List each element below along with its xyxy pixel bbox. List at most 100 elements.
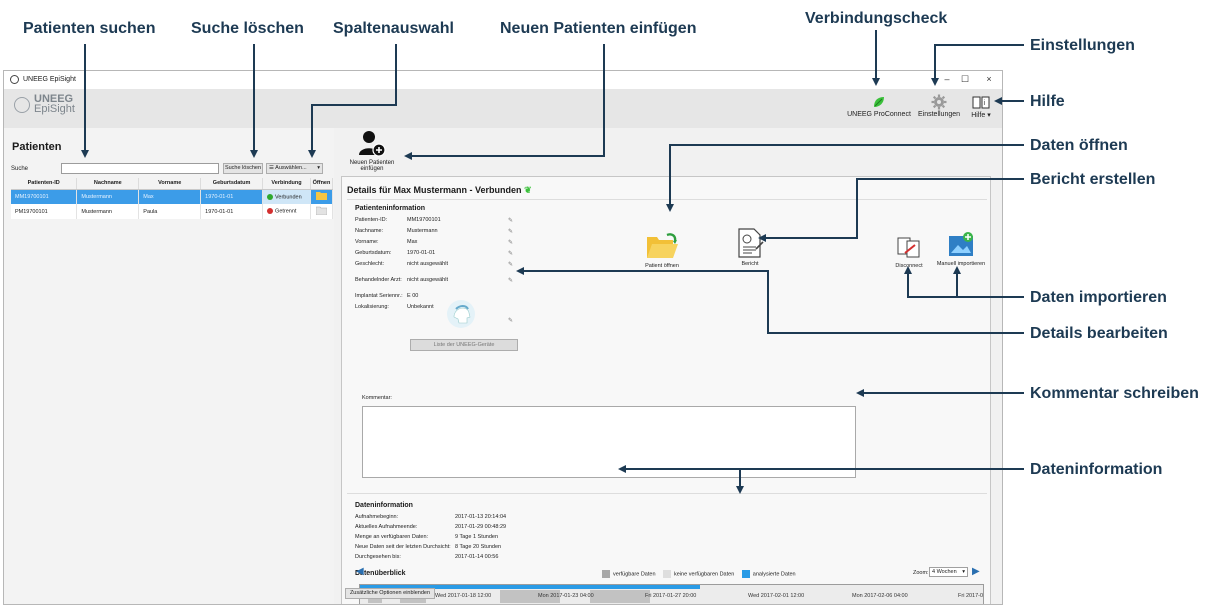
connection-status: Getrennt bbox=[275, 208, 297, 215]
column-header[interactable]: Öffnen bbox=[310, 178, 334, 190]
disconnect-icon bbox=[897, 237, 920, 258]
edit-pencil-icon[interactable]: ✎ bbox=[508, 317, 513, 324]
info-row: Aktuelles Aufnahmeende: 2017-01-29 00:48:… bbox=[355, 524, 507, 530]
patients-heading: Patienten bbox=[12, 141, 62, 153]
comment-label: Kommentar: bbox=[362, 395, 392, 401]
scroll-left-icon[interactable]: ◀ bbox=[356, 566, 364, 577]
details-panel: Details für Max Mustermann - Verbunden ❦… bbox=[341, 176, 991, 604]
title-bar: UNEEG EpiSight – ☐ × bbox=[4, 71, 1002, 89]
callout-create-report: Bericht erstellen bbox=[1030, 171, 1156, 188]
minimize-button[interactable]: – bbox=[940, 74, 954, 84]
scroll-right-icon[interactable]: ▶ bbox=[972, 566, 980, 577]
book-help-icon: i bbox=[972, 96, 990, 109]
timeline-tick-label: Mon 2017-01-23 04:00 bbox=[538, 593, 594, 599]
patients-panel: Patienten Suche Suche löschen ☰ Auswähle… bbox=[4, 128, 334, 604]
column-header[interactable]: Patienten-ID bbox=[11, 178, 78, 190]
app-toolbar: UNEEG EpiSight UNEEG ProConnect Einstell… bbox=[4, 89, 1002, 128]
callout-settings: Einstellungen bbox=[1030, 37, 1135, 54]
info-row: Menge an verfügbaren Daten: 9 Tage 1 Stun… bbox=[355, 534, 499, 540]
callout-new-patient: Neuen Patienten einfügen bbox=[500, 20, 697, 37]
open-patient-label: Patient öffnen bbox=[645, 263, 679, 269]
folder-icon[interactable] bbox=[315, 191, 327, 201]
search-input[interactable] bbox=[61, 163, 219, 174]
legend-label: keine verfügbaren Daten bbox=[674, 571, 735, 578]
cell-last-name: Mustermann bbox=[76, 189, 140, 204]
edit-pencil-icon[interactable]: ✎ bbox=[508, 217, 513, 224]
callout-connection: Verbindungscheck bbox=[805, 10, 948, 27]
divider bbox=[347, 493, 987, 494]
search-label: Suche bbox=[11, 166, 29, 172]
zoom-select[interactable]: 4 Wochen ▾ bbox=[929, 567, 968, 577]
data-timeline[interactable]: Wed 2017-01-18 12:00 Mon 2017-01-23 04:0… bbox=[359, 584, 984, 604]
proconnect-label: UNEEG ProConnect bbox=[847, 111, 911, 118]
edit-pencil-icon[interactable]: ✎ bbox=[508, 277, 513, 284]
cell-patient-id: MM19700101 bbox=[11, 189, 78, 204]
close-button[interactable]: × bbox=[982, 74, 996, 84]
field-patient-id: Patienten-ID: MM19700101 bbox=[355, 217, 441, 223]
cell-first-name: Max bbox=[138, 189, 202, 204]
column-header[interactable]: Nachname bbox=[76, 178, 140, 190]
app-window: UNEEG EpiSight – ☐ × UNEEG EpiSight UNEE… bbox=[3, 70, 1003, 605]
chevron-down-icon: ▾ bbox=[317, 165, 320, 171]
patient-info-heading: Patienteninformation bbox=[355, 205, 426, 212]
maximize-button[interactable]: ☐ bbox=[958, 74, 972, 85]
legend-swatch bbox=[663, 570, 672, 578]
cell-patient-id: PM19700101 bbox=[11, 204, 78, 219]
field-location: Lokalisierung: Unbekannt bbox=[355, 304, 434, 310]
column-header[interactable]: Verbindung bbox=[262, 178, 311, 190]
table-row[interactable]: MM19700101 Mustermann Max 1970-01-01 Ver… bbox=[11, 189, 334, 204]
callout-write-comment: Kommentar schreiben bbox=[1030, 385, 1199, 402]
leaf-connected-icon bbox=[874, 97, 884, 107]
cell-connection: Verbunden bbox=[262, 189, 311, 204]
connected-leaf-icon bbox=[267, 193, 274, 200]
import-image-icon bbox=[949, 232, 973, 256]
legend-label: analysierte Daten bbox=[752, 571, 796, 578]
legend-swatch bbox=[602, 570, 610, 578]
edit-pencil-icon[interactable]: ✎ bbox=[508, 250, 513, 257]
legend-label: verfügbare Daten bbox=[613, 571, 656, 578]
brand-product: EpiSight bbox=[34, 103, 75, 115]
help-button[interactable]: i Hilfe ▾ bbox=[966, 93, 996, 119]
settings-button[interactable]: Einstellungen bbox=[914, 93, 964, 118]
callout-help: Hilfe bbox=[1030, 93, 1065, 110]
zoom-label: Zoom: bbox=[913, 570, 929, 576]
callout-search: Patienten suchen bbox=[23, 20, 156, 37]
divider bbox=[347, 199, 987, 200]
cell-connection: Getrennt bbox=[262, 204, 311, 219]
folder-icon[interactable] bbox=[315, 206, 328, 216]
column-header[interactable]: Vorname bbox=[138, 178, 202, 190]
field-dob: Geburtsdatum: 1970-01-01 bbox=[355, 250, 436, 256]
details-title: Details für Max Mustermann - Verbunden ❦ bbox=[347, 185, 532, 195]
gear-icon bbox=[931, 94, 947, 110]
details-area: Neuen Patienten einfügen Details für Max… bbox=[341, 128, 991, 604]
edit-pencil-icon[interactable]: ✎ bbox=[508, 239, 513, 246]
brand-logo-icon bbox=[14, 97, 30, 113]
disconnect-button[interactable]: Disconnect bbox=[888, 235, 930, 269]
more-options-button[interactable]: Zusätzliche Optionen einblenden bbox=[345, 588, 435, 599]
manual-import-button[interactable]: Manuell importieren bbox=[932, 231, 990, 267]
column-select-dropdown[interactable]: ☰ Auswählen... ▾ bbox=[266, 163, 323, 174]
edit-pencil-icon[interactable]: ✎ bbox=[508, 228, 513, 235]
table-row[interactable]: PM19700101 Mustermann Paula 1970-01-01 G… bbox=[11, 204, 334, 219]
connected-leaf-icon: ❦ bbox=[524, 185, 532, 195]
add-user-icon bbox=[359, 131, 386, 157]
field-gender: Geschlecht: nicht ausgewählt bbox=[355, 261, 448, 267]
column-header[interactable]: Geburtsdatum bbox=[200, 178, 264, 190]
edit-pencil-icon[interactable]: ✎ bbox=[508, 261, 513, 268]
device-list-button[interactable]: Liste der UNEEG-Geräte bbox=[410, 339, 518, 351]
clear-search-button[interactable]: Suche löschen bbox=[223, 163, 263, 174]
new-patient-button[interactable]: Neuen Patienten einfügen bbox=[347, 128, 397, 172]
callout-clear: Suche löschen bbox=[191, 20, 304, 37]
disconnect-label: Disconnect bbox=[895, 263, 923, 269]
callout-import-data: Daten importieren bbox=[1030, 289, 1167, 306]
report-icon bbox=[738, 228, 764, 258]
comment-textarea[interactable] bbox=[362, 406, 856, 478]
field-implant: Implantat Seriennr.: E 00 bbox=[355, 293, 419, 299]
open-patient-button[interactable]: Patient öffnen bbox=[632, 231, 692, 269]
report-button[interactable]: Bericht bbox=[728, 227, 772, 267]
callout-open-data: Daten öffnen bbox=[1030, 137, 1128, 154]
window-title: UNEEG EpiSight bbox=[23, 76, 76, 83]
info-row: Durchgesehen bis: 2017-01-14 00:56 bbox=[355, 554, 499, 560]
available-data-block bbox=[590, 590, 650, 603]
proconnect-button[interactable]: UNEEG ProConnect bbox=[844, 93, 914, 118]
